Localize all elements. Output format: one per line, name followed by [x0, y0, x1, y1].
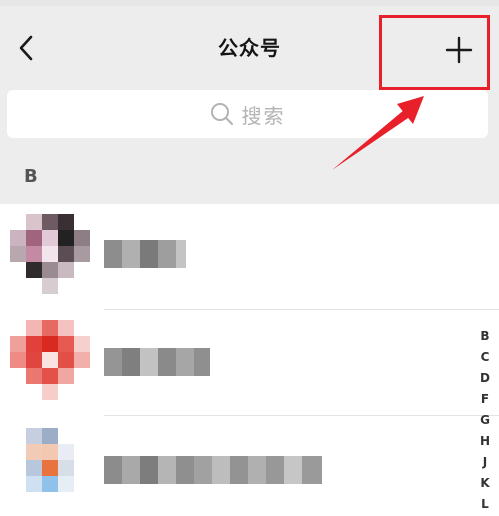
index-letter[interactable]: B	[474, 326, 496, 347]
index-letter[interactable]: H	[474, 431, 496, 452]
list-item[interactable]	[0, 310, 499, 416]
index-letter[interactable]: G	[474, 410, 496, 431]
nav-bar: 公众号	[0, 6, 499, 90]
index-letter[interactable]: D	[474, 368, 496, 389]
avatar	[26, 428, 74, 492]
index-letter[interactable]: K	[474, 473, 496, 494]
list-item[interactable]	[0, 204, 499, 310]
section-header: B	[0, 152, 499, 204]
account-name-redacted	[104, 240, 186, 268]
search-input[interactable]: 搜索	[7, 90, 488, 138]
search-placeholder: 搜索	[241, 103, 286, 128]
index-letter[interactable]: L	[474, 494, 496, 515]
index-letter[interactable]: J	[474, 452, 496, 473]
account-name-redacted	[104, 348, 210, 376]
list-item[interactable]	[0, 416, 499, 516]
search-icon	[210, 103, 233, 125]
annotation-highlight-box	[379, 15, 490, 90]
alphabet-index[interactable]: B C D F G H J K L	[474, 326, 496, 515]
account-name-redacted	[104, 456, 322, 484]
index-letter[interactable]: C	[474, 347, 496, 368]
index-letter[interactable]: F	[474, 389, 496, 410]
account-list	[0, 204, 499, 516]
avatar	[10, 320, 90, 400]
avatar	[10, 214, 90, 294]
section-letter: B	[24, 166, 38, 187]
